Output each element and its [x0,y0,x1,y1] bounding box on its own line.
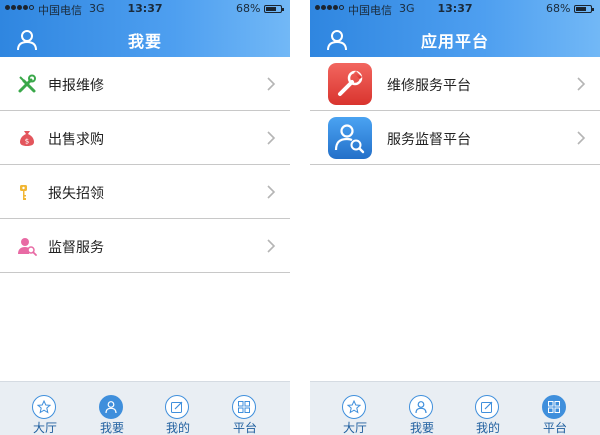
tab-label: 平台 [232,421,257,435]
chevron-right-icon [577,77,586,91]
grid-icon [232,395,256,419]
bottom-tab-bar: 大厅 我要 我的 平台 [0,381,290,435]
chevron-right-icon [267,131,276,145]
page-title: 应用平台 [420,32,489,51]
edit-icon [165,395,189,419]
menu-item-report-repair[interactable]: 申报维修 [0,57,290,111]
menu-item-supervise[interactable]: 监督服务 [0,219,290,273]
menu-item-label: 服务监督平台 [387,132,471,148]
tab-platform[interactable]: 平台 [209,382,281,435]
chevron-right-icon [267,77,276,91]
key-icon [20,185,27,200]
person-icon [99,395,123,419]
star-icon [32,395,56,419]
chevron-right-icon [267,185,276,199]
tab-label: 大厅 [342,421,367,435]
menu-item-label: 监督服务 [48,240,104,256]
left-screen: 中国电信 3G 13:37 68% 我要 申报维修 $ 出售求购 报失招领 监督… [0,0,290,435]
chevron-right-icon [577,131,586,145]
battery-percent: 68% [546,2,571,15]
status-bar: 中国电信 3G 13:37 68% [0,0,290,18]
battery-percent: 68% [236,2,261,15]
tab-mine[interactable]: 我的 [452,382,524,435]
tab-label: 大厅 [32,421,57,435]
right-screen: 中国电信 3G 13:37 68% 应用平台 维修服务平台 服务监督平台 大厅 … [310,0,600,435]
header-bar: 中国电信 3G 13:37 68% 应用平台 [310,0,600,57]
menu-item-label: 出售求购 [48,132,104,148]
edit-icon [475,395,499,419]
battery-icon [574,5,594,13]
tab-label: 我的 [165,421,190,435]
menu-item-buy-sell[interactable]: $ 出售求购 [0,111,290,165]
person-icon [409,395,433,419]
tab-label: 平台 [542,421,567,435]
svg-text:$: $ [25,138,29,146]
money-bag-icon: $ [20,131,34,146]
menu-list: 申报维修 $ 出售求购 报失招领 监督服务 [0,57,290,273]
wrench-app-icon [328,63,372,105]
tab-hall[interactable]: 大厅 [319,382,391,435]
tab-platform[interactable]: 平台 [519,382,591,435]
chevron-right-icon [267,239,276,253]
star-icon [342,395,366,419]
person-search-app-icon [328,117,372,159]
bottom-tab-bar: 大厅 我要 我的 平台 [310,381,600,435]
menu-item-supervision-platform[interactable]: 服务监督平台 [310,111,600,165]
person-search-icon [18,238,37,256]
page-title: 我要 [127,32,162,51]
tab-want[interactable]: 我要 [76,382,148,435]
grid-icon [542,395,566,419]
menu-item-label: 报失招领 [48,186,104,202]
tab-label: 我要 [409,421,434,435]
status-bar: 中国电信 3G 13:37 68% [310,0,600,18]
platform-list: 维修服务平台 服务监督平台 [310,57,600,165]
menu-item-repair-platform[interactable]: 维修服务平台 [310,57,600,111]
tab-hall[interactable]: 大厅 [9,382,81,435]
menu-item-label: 申报维修 [48,78,104,94]
wrench-tools-icon [18,74,36,93]
battery-icon [264,5,284,13]
tab-mine[interactable]: 我的 [142,382,214,435]
tab-label: 我的 [475,421,500,435]
menu-item-lost-found[interactable]: 报失招领 [0,165,290,219]
tab-label: 我要 [99,421,124,435]
header-bar: 中国电信 3G 13:37 68% 我要 [0,0,290,57]
tab-want[interactable]: 我要 [386,382,458,435]
menu-item-label: 维修服务平台 [387,78,471,94]
